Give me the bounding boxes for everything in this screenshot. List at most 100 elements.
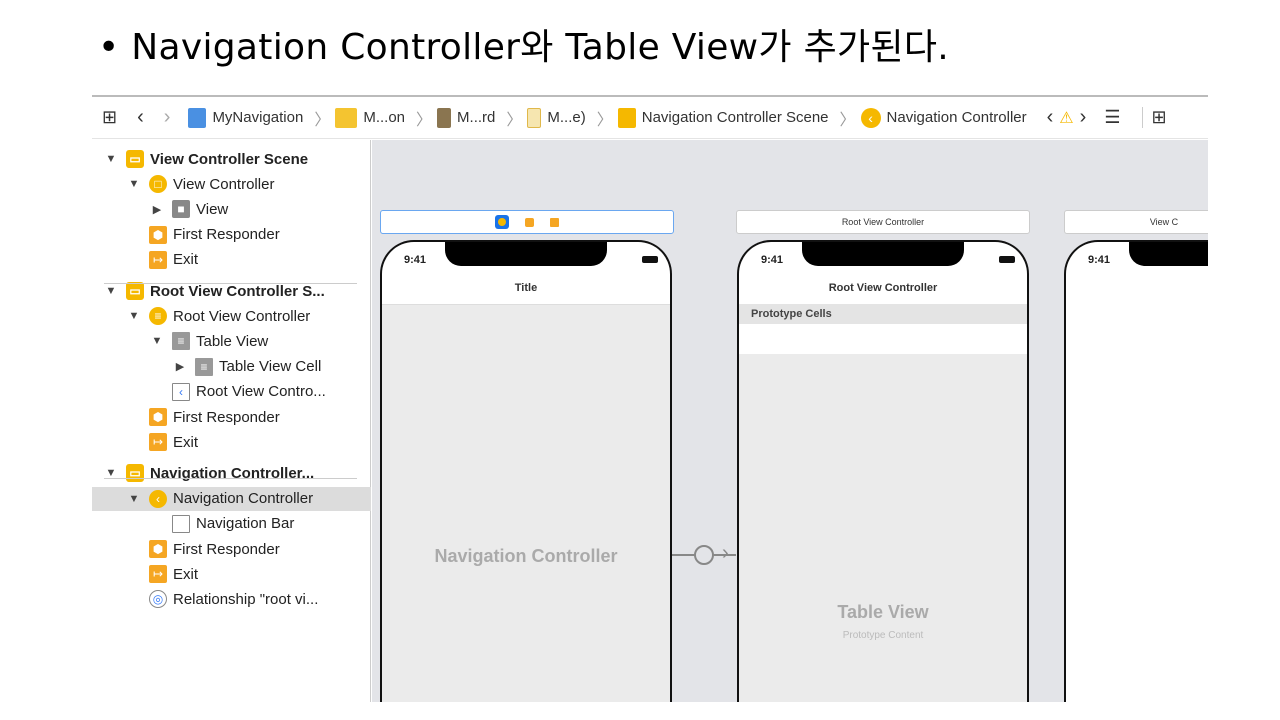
outline-item-label: Root View Controller S... (150, 282, 325, 300)
disclosure-triangle-icon[interactable]: ▼ (127, 310, 141, 322)
outline-item[interactable]: ▼ ▭ Navigation Controller... (104, 461, 314, 485)
previous-issue-button[interactable]: ‹ (1047, 106, 1054, 129)
jump-bar: ⊞ ‹ › MyNavigation 〉 M...on 〉 M...rd 〉 M...… (92, 97, 1208, 139)
outline-item[interactable]: ▶ ≡ Table View Cell (173, 355, 321, 379)
outline-item[interactable]: ‹ Root View Contro... (150, 380, 326, 404)
status-time: 9:41 (404, 254, 427, 266)
table-view-cell-icon: ≡ (195, 357, 213, 376)
outline-item[interactable]: ▼ ‹ Navigation Controller (92, 486, 371, 511)
outline-item-label: View Controller Scene (150, 150, 309, 168)
xcode-window: ⊞ ‹ › MyNavigation 〉 M...on 〉 M...rd 〉 M...… (92, 95, 1208, 702)
breadcrumb-label: M...rd (457, 109, 496, 126)
navigation-controller-scene[interactable]: 9:41 Title Navigation Controller (380, 240, 672, 702)
outline-item[interactable]: ⬢ First Responder (127, 537, 280, 561)
outline-item-label: Exit (173, 565, 199, 583)
scene-header-root[interactable]: Root View Controller (736, 210, 1030, 234)
notch (1129, 242, 1208, 266)
exit-icon: ↦ (149, 250, 167, 269)
breadcrumb-project[interactable]: MyNavigation (188, 107, 304, 128)
first-responder-icon: ⬢ (149, 225, 167, 244)
outline-item[interactable]: ◎ Relationship "root vi... (127, 587, 318, 611)
scene-icon: ▭ (126, 150, 144, 168)
breadcrumb-folder[interactable]: M...on (335, 107, 406, 128)
outline-item-label: View (196, 200, 229, 218)
battery-icon (642, 256, 658, 263)
notch (445, 242, 607, 266)
disclosure-triangle-icon[interactable]: ▼ (104, 153, 118, 165)
prototype-content-label: Prototype Content (842, 630, 924, 641)
back-button[interactable]: ‹ (137, 106, 144, 129)
disclosure-triangle-icon[interactable]: ▼ (127, 178, 141, 190)
outline-item-label: Exit (173, 251, 199, 269)
arrow-icon: › (722, 542, 729, 564)
prototype-cells-header: Prototype Cells (739, 304, 1027, 324)
slide-title: • Navigation Controller와 Table View가 추가된… (98, 27, 949, 68)
outline-item[interactable]: ↦ Exit (127, 430, 198, 454)
exit-icon: ↦ (149, 565, 167, 584)
content-area (382, 304, 670, 702)
breadcrumb-label: M...on (363, 109, 406, 126)
disclosure-triangle-icon[interactable]: ▼ (127, 493, 141, 505)
view-controller-scene[interactable]: 9:41 (1064, 240, 1208, 702)
table-area (739, 354, 1027, 702)
outline-item-label: Table View (196, 332, 269, 350)
next-issue-button[interactable]: › (1080, 106, 1087, 129)
outline-item[interactable]: ⬢ First Responder (127, 223, 280, 247)
add-editor-icon[interactable]: ⊞ (1142, 107, 1167, 128)
navigation-controller-icon: ‹ (149, 489, 167, 508)
related-items-icon[interactable]: ⊞ (102, 107, 117, 128)
breadcrumb-storyboard[interactable]: M...rd (437, 107, 496, 128)
battery-icon (999, 256, 1015, 263)
warning-icon[interactable]: ⚠ (1059, 108, 1073, 128)
first-responder-icon: ⬢ (149, 408, 167, 426)
navigation-controller-icon: ‹ (860, 107, 881, 128)
scene-dock[interactable] (380, 210, 674, 234)
segue-icon[interactable] (694, 545, 714, 565)
breadcrumb-scene[interactable]: Navigation Controller Scene (617, 107, 829, 128)
first-responder-icon: ⬢ (149, 540, 167, 558)
scene-icon: ▭ (126, 464, 144, 483)
disclosure-triangle-icon[interactable]: ▶ (173, 360, 187, 373)
storyboard-canvas[interactable]: Root View Controller View C 9:41 Title N… (372, 140, 1208, 702)
nav-bar-title: Root View Controller (828, 282, 938, 294)
outline-item-label: Table View Cell (219, 358, 322, 376)
outline-item[interactable]: ⬢ First Responder (127, 405, 280, 429)
outline-item-label: Navigation Controller (173, 490, 314, 508)
disclosure-triangle-icon[interactable]: ▼ (150, 335, 164, 347)
scene-header-view-controller[interactable]: View C (1064, 210, 1208, 234)
breadcrumb-label: MyNavigation (212, 109, 304, 126)
outline-item-label: Navigation Controller... (150, 464, 315, 482)
breadcrumb-separator: 〉 (596, 111, 613, 129)
folder-icon (335, 107, 358, 128)
breadcrumb-navigation-controller[interactable]: ‹ Navigation Controller (860, 107, 1027, 128)
outline-item[interactable]: Navigation Bar (150, 512, 294, 536)
outline-item[interactable]: ↦ Exit (127, 562, 198, 586)
navigation-item-icon: ‹ (172, 382, 190, 401)
outline-item[interactable]: ▼ ▭ View Controller Scene (104, 147, 308, 171)
document-outline: ▼ ▭ View Controller Scene ▼ □ View Controller… (92, 140, 371, 702)
view-controller-icon: □ (149, 175, 167, 194)
disclosure-triangle-icon[interactable]: ▼ (104, 285, 118, 297)
scene-icon (617, 107, 636, 128)
relationship-icon: ◎ (149, 590, 167, 609)
root-view-controller-scene[interactable]: 9:41 Root View Controller Prototype Cell… (737, 240, 1029, 702)
navigation-bar-icon (172, 514, 190, 533)
outline-item-label: Root View Controller (173, 307, 311, 325)
outline-item[interactable]: ▼ ≡ Root View Controller (127, 304, 310, 328)
status-time: 9:41 (1088, 254, 1111, 266)
outline-item[interactable]: ▶ ■ View (150, 197, 228, 221)
outline-item[interactable]: ▼ ≡ Table View (150, 329, 268, 353)
breadcrumb-separator: 〉 (506, 111, 523, 129)
outline-item-label: Navigation Bar (196, 515, 295, 533)
forward-button[interactable]: › (164, 106, 171, 129)
view-icon: ■ (172, 200, 190, 219)
disclosure-triangle-icon[interactable]: ▶ (150, 203, 164, 216)
outline-item[interactable]: ▼ □ View Controller (127, 172, 274, 196)
outline-item[interactable]: ↦ Exit (127, 248, 198, 272)
document-outline-icon[interactable]: ☰ (1104, 107, 1120, 128)
file-icon (527, 107, 542, 128)
navigation-controller-icon[interactable] (495, 215, 509, 229)
breadcrumb-file[interactable]: M...e) (527, 107, 586, 128)
exit-icon[interactable] (550, 217, 559, 227)
first-responder-icon[interactable] (525, 217, 534, 227)
